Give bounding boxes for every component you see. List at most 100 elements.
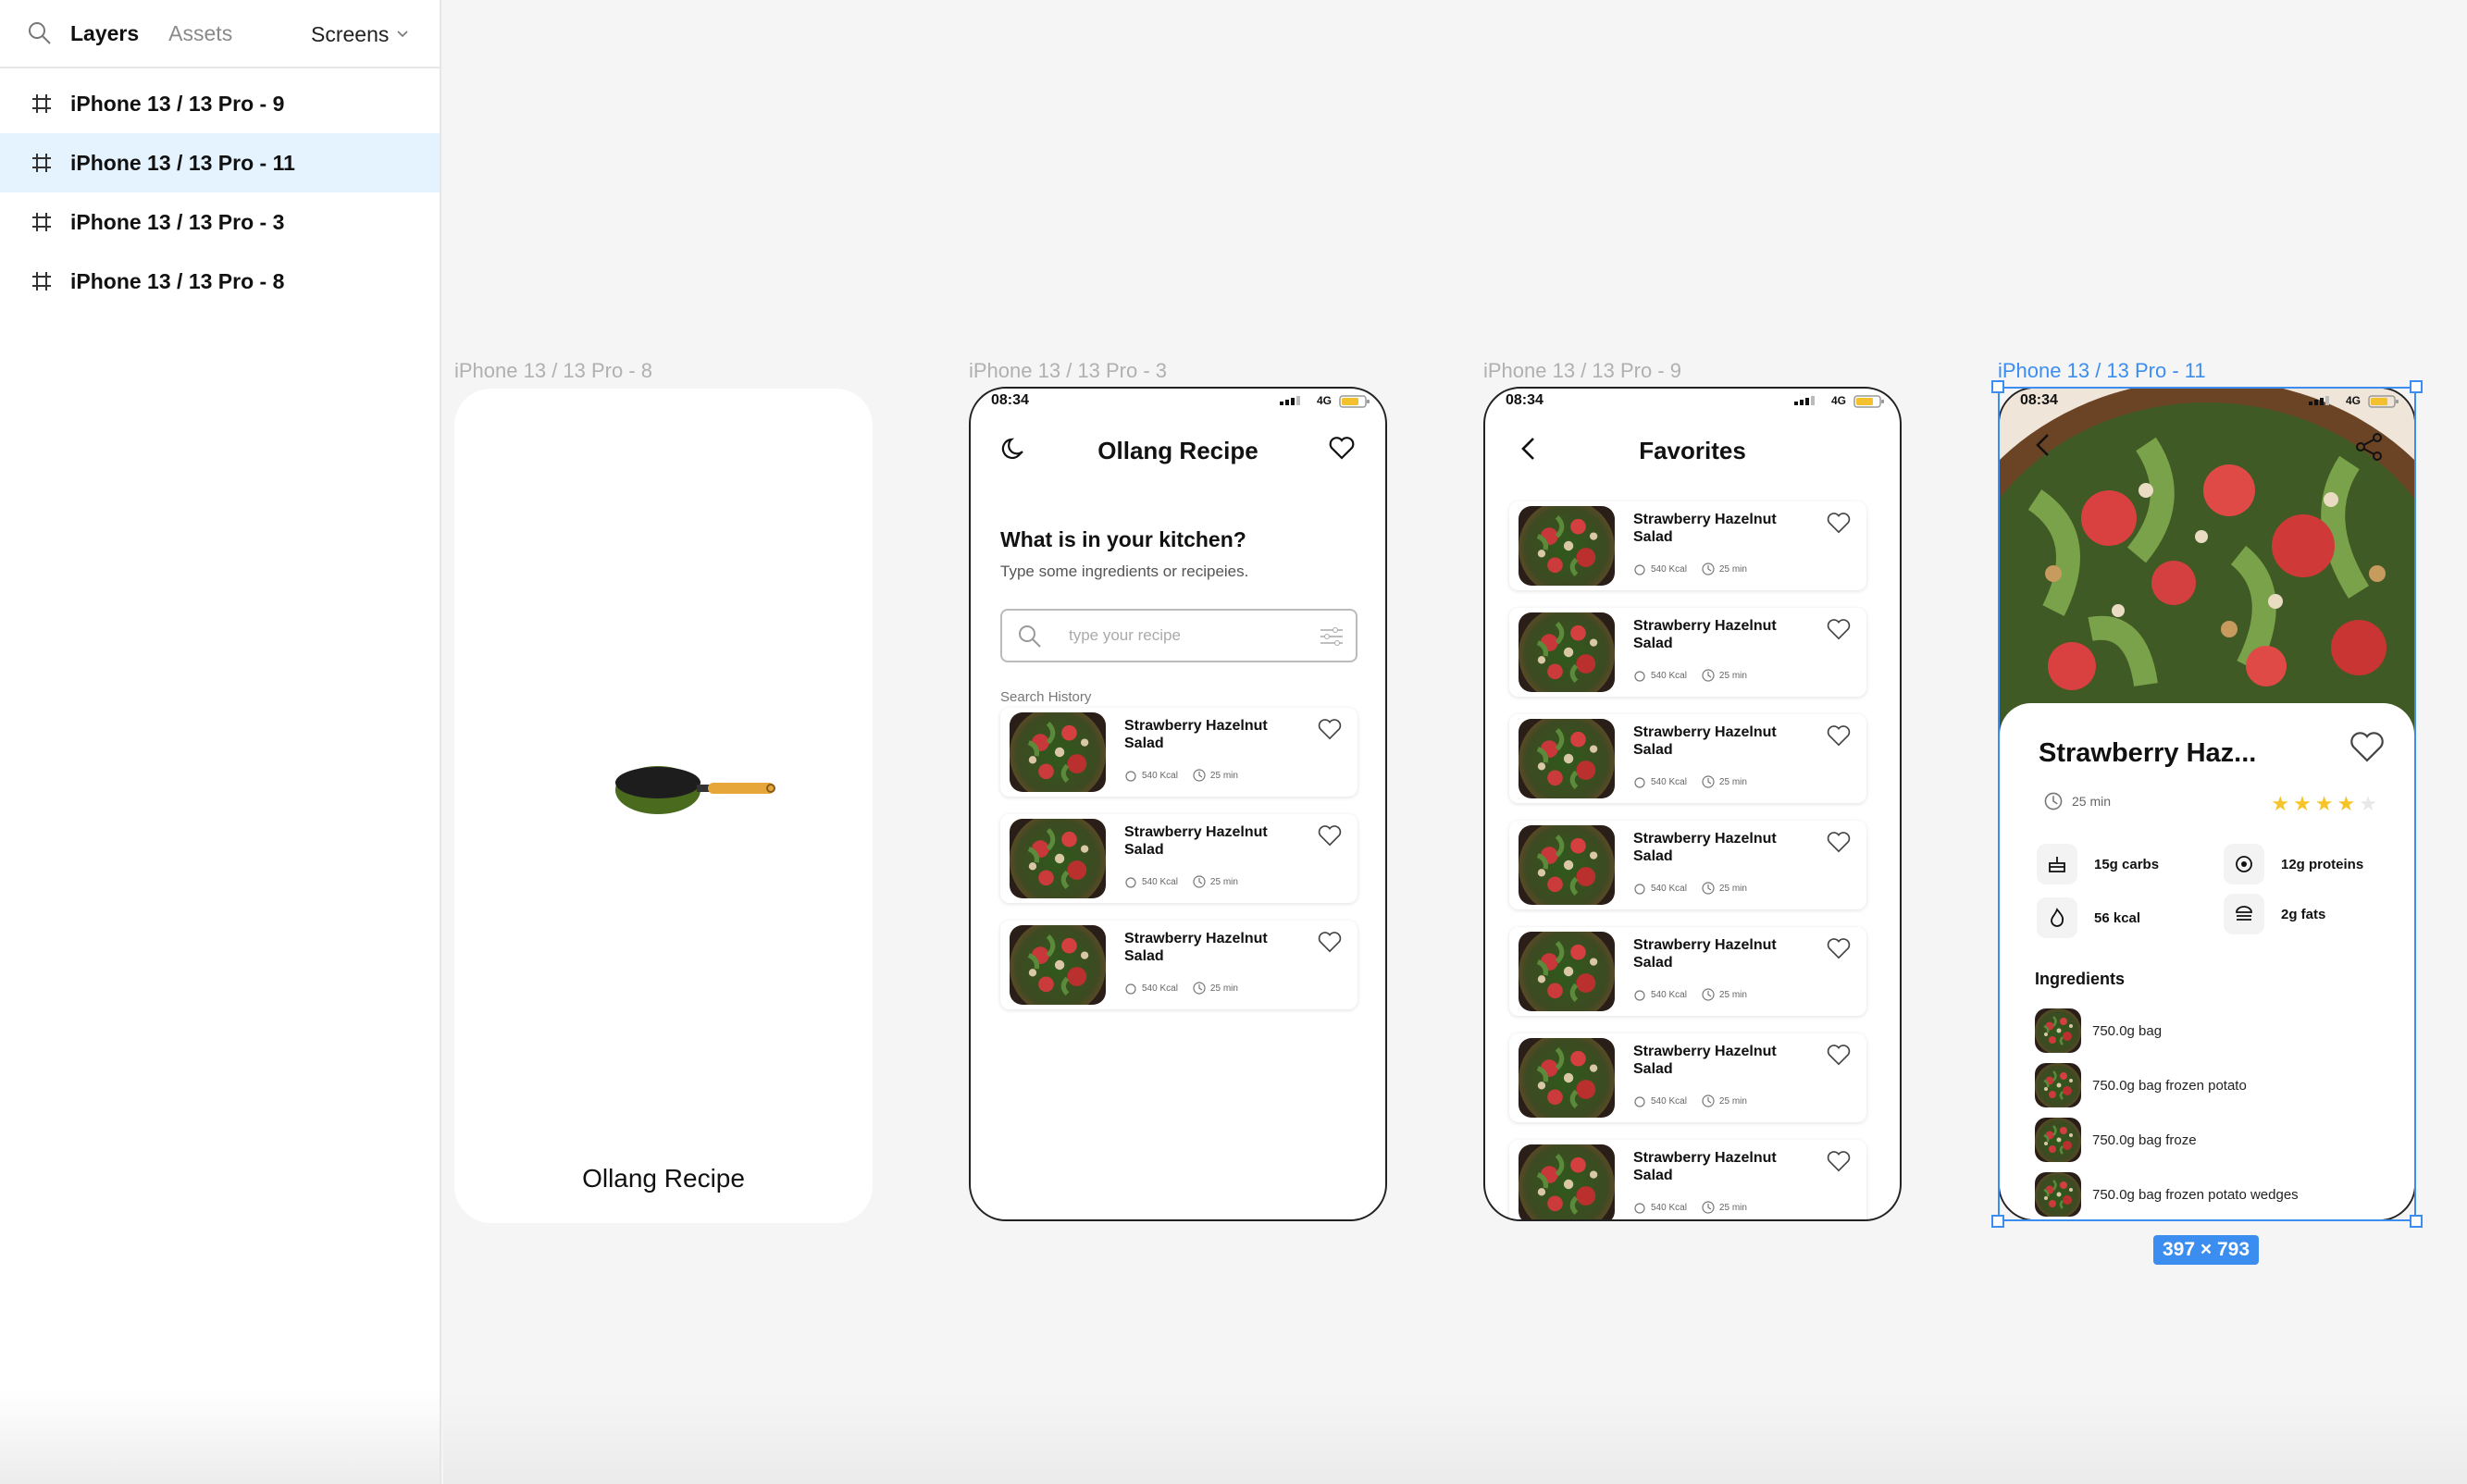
heart-icon[interactable] xyxy=(1826,1149,1852,1173)
proteins-value: 12g proteins xyxy=(2281,856,2364,872)
design-canvas[interactable]: iPhone 13 / 13 Pro - 8 iPhone 13 / 13 Pr… xyxy=(443,0,2467,1484)
status-time: 08:34 xyxy=(1506,392,1543,408)
recipe-card[interactable]: Strawberry Hazelnut Salad 540 Kcal 25 mi… xyxy=(1000,708,1357,797)
recipe-time: 25 min xyxy=(1209,876,1238,887)
tab-layers[interactable]: Layers xyxy=(70,21,139,46)
battery-icon xyxy=(1339,395,1370,408)
recipe-meta: 540 Kcal 25 min xyxy=(1124,769,1253,782)
heart-icon[interactable] xyxy=(1826,723,1852,748)
search-icon xyxy=(1019,625,1041,648)
page-title: Favorites xyxy=(1639,437,1746,464)
network-label: 4G xyxy=(1830,394,1846,407)
recipe-time: 25 min xyxy=(1209,770,1238,781)
screens-dropdown[interactable]: Screens xyxy=(311,0,409,68)
frame-label-9[interactable]: iPhone 13 / 13 Pro - 9 xyxy=(1483,359,1681,383)
heart-icon[interactable] xyxy=(1826,830,1852,854)
heart-icon[interactable] xyxy=(1826,511,1852,535)
flame-icon xyxy=(1125,877,1136,888)
tab-assets[interactable]: Assets xyxy=(168,21,232,46)
recipe-name: Strawberry Hazelnut Salad xyxy=(1124,718,1268,751)
nutrition-proteins: 12g proteins xyxy=(2224,844,2363,884)
recipe-thumbnail xyxy=(1519,1038,1615,1118)
star-rating[interactable]: ★★★★★ xyxy=(2271,792,2381,816)
clock-icon xyxy=(2044,792,2063,810)
star-empty-icon[interactable]: ★ xyxy=(2359,792,2381,815)
recipe-name: Strawberry Hazelnut Salad xyxy=(1124,824,1268,858)
recipe-detail-frame[interactable]: 08:34 4G Strawberry Haz... 25 min ★★★★★ … xyxy=(1998,387,2416,1221)
recipe-search-input[interactable]: type your recipe xyxy=(1000,609,1357,662)
recipe-meta: 540 Kcal 25 min xyxy=(1633,1094,1762,1107)
layer-item-frame-9[interactable]: iPhone 13 / 13 Pro - 9 xyxy=(0,74,440,133)
resize-handle[interactable] xyxy=(1991,380,2004,393)
layer-item-frame-3[interactable]: iPhone 13 / 13 Pro - 3 xyxy=(0,192,440,252)
recipe-thumbnail xyxy=(1010,712,1106,792)
signal-icon xyxy=(1794,396,1815,405)
layer-item-frame-11[interactable]: iPhone 13 / 13 Pro - 11 xyxy=(0,133,440,192)
share-icon[interactable] xyxy=(2353,431,2385,463)
recipe-time: 25 min xyxy=(1718,776,1747,787)
recipe-card[interactable]: Strawberry Hazelnut Salad 540 Kcal 25 mi… xyxy=(1000,814,1357,903)
heart-icon[interactable] xyxy=(1317,930,1343,954)
star-filled-icon[interactable]: ★ xyxy=(2271,792,2293,815)
clock-icon xyxy=(1702,669,1715,682)
filter-sliders-icon[interactable] xyxy=(1319,624,1345,649)
recipe-name: Strawberry Hazelnut Salad xyxy=(1633,1044,1777,1077)
heart-icon[interactable] xyxy=(1826,617,1852,641)
favorites-frame[interactable]: 08:34 4G Favorites Strawberry Hazelnut S… xyxy=(1483,387,1902,1221)
resize-handle[interactable] xyxy=(2410,380,2423,393)
ingredient-item: 750.0g bag frozen potato wedges xyxy=(2035,1172,2299,1217)
resize-handle[interactable] xyxy=(2410,1215,2423,1228)
recipe-title: Strawberry Haz... xyxy=(2039,738,2257,768)
star-filled-icon[interactable]: ★ xyxy=(2337,792,2360,815)
flame-icon xyxy=(1634,564,1645,575)
star-filled-icon[interactable]: ★ xyxy=(2293,792,2315,815)
recipe-name: Strawberry Hazelnut Salad xyxy=(1633,618,1777,651)
favorite-recipe-card[interactable]: Strawberry Hazelnut Salad 540 Kcal 25 min xyxy=(1509,501,1866,590)
dimension-badge: 397 × 793 xyxy=(2153,1235,2260,1265)
search-icon[interactable] xyxy=(26,19,54,47)
clock-icon xyxy=(1193,875,1206,888)
favorite-recipe-card[interactable]: Strawberry Hazelnut Salad 540 Kcal 25 min xyxy=(1509,927,1866,1016)
heart-icon[interactable] xyxy=(1317,717,1343,741)
favorite-recipe-card[interactable]: Strawberry Hazelnut Salad 540 Kcal 25 min xyxy=(1509,821,1866,909)
recipe-name: Strawberry Hazelnut Salad xyxy=(1633,937,1777,971)
layer-label: iPhone 13 / 13 Pro - 9 xyxy=(70,91,285,116)
recipe-time: 25 min xyxy=(1718,670,1747,681)
favorite-recipe-card[interactable]: Strawberry Hazelnut Salad 540 Kcal 25 min xyxy=(1509,1033,1866,1122)
heart-icon[interactable] xyxy=(1317,823,1343,847)
recipe-meta: 540 Kcal 25 min xyxy=(1124,982,1253,995)
fats-value: 2g fats xyxy=(2281,906,2326,922)
back-arrow-icon[interactable] xyxy=(2029,431,2057,459)
frying-pan-illustration xyxy=(615,766,775,814)
resize-handle[interactable] xyxy=(1991,1215,2004,1228)
recipe-kcal: 540 Kcal xyxy=(1142,876,1178,887)
recipe-time: 25 min xyxy=(1718,1202,1747,1213)
frame-label-3[interactable]: iPhone 13 / 13 Pro - 3 xyxy=(969,359,1167,383)
heart-icon[interactable] xyxy=(1826,936,1852,960)
star-filled-icon[interactable]: ★ xyxy=(2315,792,2337,815)
flame-icon xyxy=(1125,771,1136,782)
recipe-kcal: 540 Kcal xyxy=(1651,563,1687,575)
home-frame[interactable]: 08:34 4G Ollang Recipe What is in your k… xyxy=(969,387,1387,1221)
heart-icon[interactable] xyxy=(1826,1043,1852,1067)
kitchen-subtitle: Type some ingredients or recipeies. xyxy=(1000,563,1249,580)
recipe-card[interactable]: Strawberry Hazelnut Salad 540 Kcal 25 mi… xyxy=(1000,921,1357,1009)
favorite-recipe-card[interactable]: Strawberry Hazelnut Salad 540 Kcal 25 min xyxy=(1509,608,1866,697)
flame-icon xyxy=(1634,884,1645,895)
favorite-recipe-card[interactable]: Strawberry Hazelnut Salad 540 Kcal 25 min xyxy=(1509,1140,1866,1219)
recipe-thumbnail xyxy=(1519,719,1615,798)
ingredient-label: 750.0g bag frozen potato wedges xyxy=(2092,1186,2299,1203)
signal-icon xyxy=(2309,396,2329,405)
favorites-heart-icon[interactable] xyxy=(1328,435,1356,461)
recipe-kcal: 540 Kcal xyxy=(1651,670,1687,681)
favorite-recipe-card[interactable]: Strawberry Hazelnut Salad 540 Kcal 25 min xyxy=(1509,714,1866,803)
recipe-kcal: 540 Kcal xyxy=(1651,1202,1687,1213)
canvas-bottom-fade xyxy=(443,1391,2467,1484)
nutrition-kcal: 56 kcal xyxy=(2037,897,2140,938)
layer-item-frame-8[interactable]: iPhone 13 / 13 Pro - 8 xyxy=(0,252,440,311)
frame-label-8[interactable]: iPhone 13 / 13 Pro - 8 xyxy=(454,359,652,383)
search-history-label: Search History xyxy=(1000,689,1092,705)
frame-label-11[interactable]: iPhone 13 / 13 Pro - 11 xyxy=(1998,359,2206,383)
heart-icon[interactable] xyxy=(2348,729,2386,764)
splash-frame[interactable]: Ollang Recipe xyxy=(454,389,873,1223)
